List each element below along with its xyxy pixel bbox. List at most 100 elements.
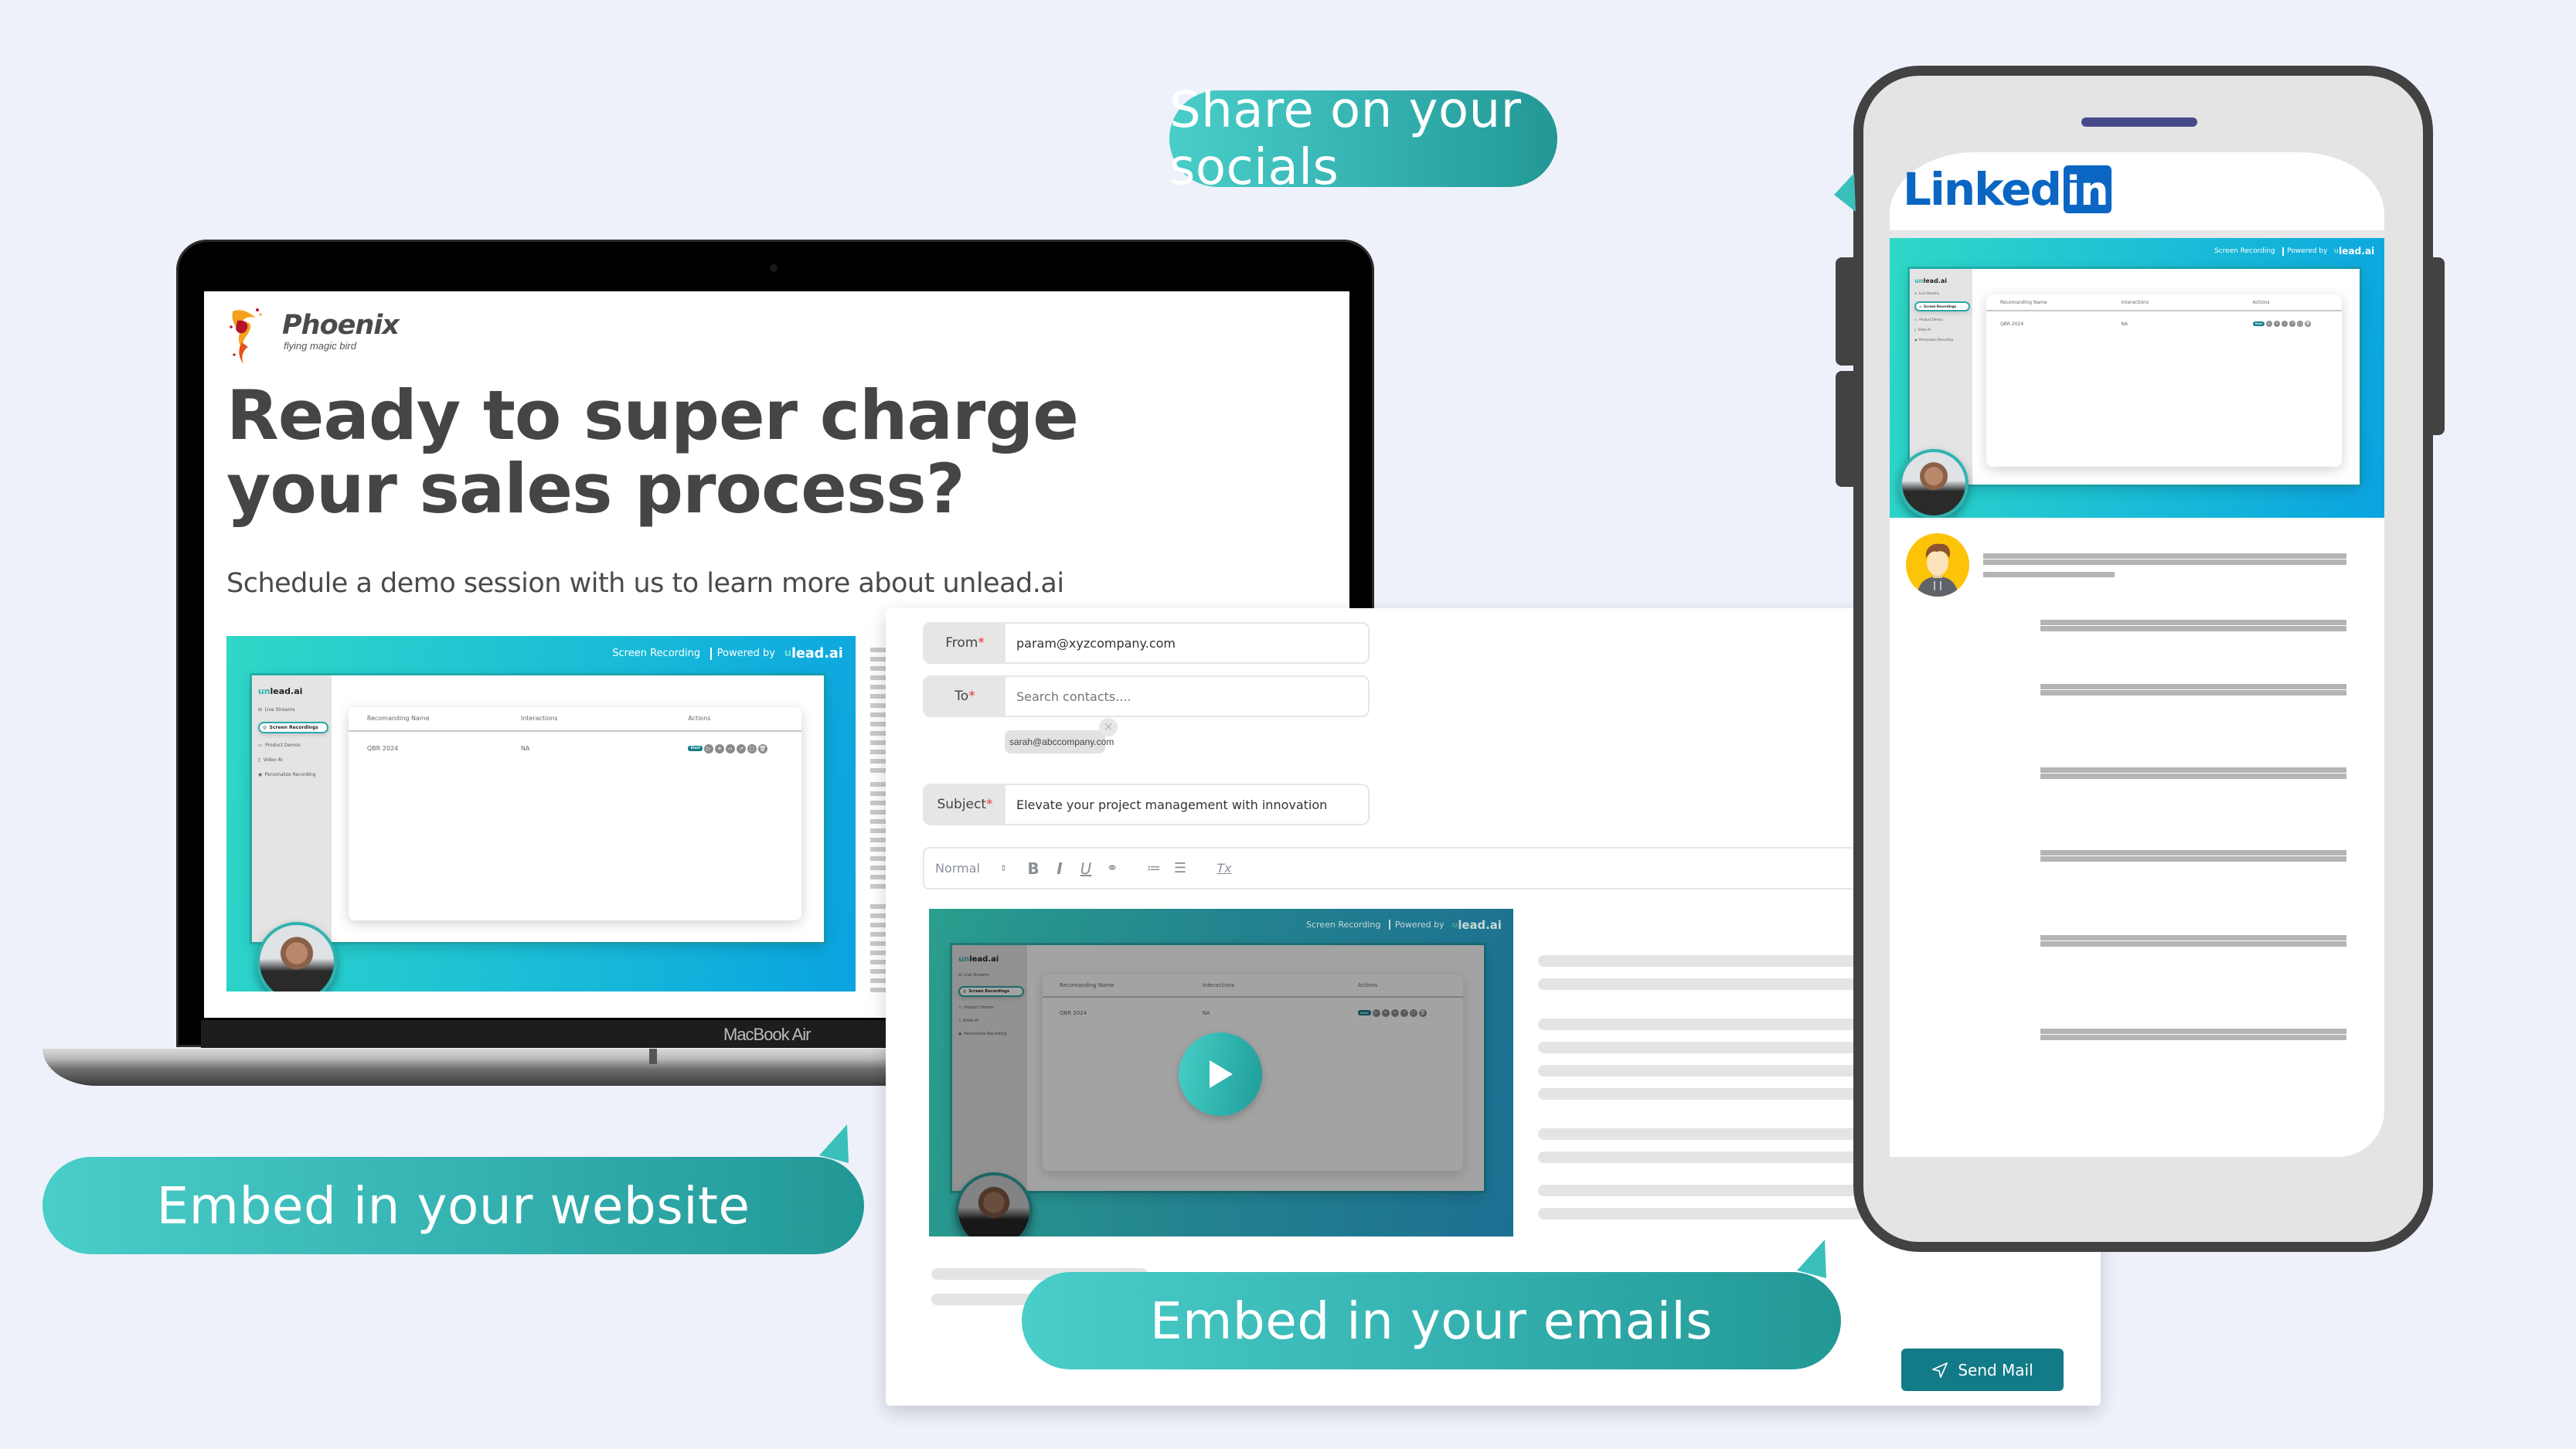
target-icon: ◉ xyxy=(1914,338,1918,342)
row-actions: Start ▷ ⚭ ‹› ↗ ▢ 🗑 xyxy=(2252,321,2342,328)
column-header-name: Recomanding Name xyxy=(366,715,430,723)
play-button[interactable] xyxy=(1179,1032,1262,1116)
remove-recipient-icon[interactable]: × xyxy=(1099,718,1118,736)
sidebar-item[interactable]: ⊟ Live Streams xyxy=(958,973,1027,978)
sidebar-item-label: Product Demos xyxy=(265,743,301,749)
app-brand: unlead.ai xyxy=(1914,277,1947,285)
embed-action-icon[interactable]: ‹› xyxy=(1390,1009,1399,1017)
sidebar-item[interactable]: ◎ Screen Recordings xyxy=(257,722,329,734)
sidebar-item[interactable]: ▯ Video AI xyxy=(258,757,332,763)
link-icon[interactable]: ⚭ xyxy=(1099,857,1125,880)
skeleton-line xyxy=(870,828,887,833)
underline-button[interactable]: U xyxy=(1073,857,1099,880)
phone-volume-down xyxy=(1836,371,1855,487)
send-mail-label: Send Mail xyxy=(1958,1360,2033,1379)
linkedin-embedded-recording[interactable]: Screen Recording Powered by u lead.ai un… xyxy=(1890,238,2384,518)
share-action-icon[interactable]: ↗ xyxy=(1400,1009,1408,1017)
sidebar-item-label: Live Streams xyxy=(964,973,989,978)
skeleton-line xyxy=(870,648,887,652)
delete-action-icon[interactable]: 🗑 xyxy=(757,743,767,753)
column-header-name: Recomanding Name xyxy=(1999,299,2047,305)
sidebar-item[interactable]: ◉ Personalize Recording xyxy=(958,1032,1027,1036)
sidebar-item-label: Personalize Recording xyxy=(1919,338,1953,342)
delete-action-icon[interactable]: 🗑 xyxy=(1418,1009,1427,1017)
share-action-icon[interactable]: ↗ xyxy=(736,743,746,753)
row-name: QBR 2024 xyxy=(366,745,399,753)
skeleton-line xyxy=(870,694,887,699)
share-action-icon[interactable]: ↗ xyxy=(2289,321,2296,328)
skeleton-line xyxy=(2040,856,2346,862)
subject-input[interactable] xyxy=(1006,785,1368,824)
bullet-list-icon[interactable]: ☰ xyxy=(1167,857,1193,880)
table-row[interactable]: QBR 2024 NA Start ▷ ⚭ ‹› ↗ ▢ 🗑 xyxy=(349,732,801,766)
start-action-button[interactable]: Start xyxy=(1357,1010,1371,1016)
sidebar-item[interactable]: ◉ Personalize Recording xyxy=(258,772,332,777)
link-action-icon[interactable]: ⚭ xyxy=(714,743,724,753)
italic-button[interactable]: I xyxy=(1046,857,1073,880)
skeleton-line xyxy=(2040,941,2346,947)
copy-action-icon[interactable]: ▢ xyxy=(1409,1009,1417,1017)
skeleton-line xyxy=(870,838,887,842)
row-interactions: NA xyxy=(2121,321,2129,327)
bold-button[interactable]: B xyxy=(1020,857,1046,880)
skeleton-line xyxy=(870,722,887,726)
embed-action-icon[interactable]: ‹› xyxy=(725,743,735,753)
skeleton-line xyxy=(870,923,887,927)
sidebar-item[interactable]: ▭ Product Demos xyxy=(1914,318,1972,321)
delete-action-icon[interactable]: 🗑 xyxy=(2305,321,2312,328)
start-action-button[interactable]: Start xyxy=(2252,321,2265,327)
sidebar-item[interactable]: ◉ Personalize Recording xyxy=(1914,338,1972,342)
to-field[interactable]: To * xyxy=(923,675,1370,717)
sidebar-item[interactable]: ▭ Product Demos xyxy=(958,1005,1027,1010)
table-header: Recomanding Name Interactions Actions xyxy=(1986,294,2342,312)
copy-action-icon[interactable]: ▢ xyxy=(747,743,757,753)
link-action-icon[interactable]: ⚭ xyxy=(1381,1009,1390,1017)
website-embedded-recording[interactable]: Screen Recording Powered by u lead.ai un… xyxy=(226,636,856,992)
skeleton-line xyxy=(2040,767,2346,773)
clear-format-icon[interactable]: Tx xyxy=(1209,857,1240,880)
sidebar-item-label: Product Demos xyxy=(1919,318,1943,322)
row-actions: Start ▷ ⚭ ‹› ↗ ▢ 🗑 xyxy=(688,743,801,753)
sidebar-item[interactable]: ◎ Screen Recordings xyxy=(1914,301,1970,312)
sidebar-item[interactable]: ⊟ Live Streams xyxy=(1914,291,1972,295)
embed-action-icon[interactable]: ‹› xyxy=(2282,321,2288,328)
monitor-icon: ⊟ xyxy=(958,973,962,978)
skeleton-line xyxy=(870,759,887,764)
sidebar-item[interactable]: ▯ Video AI xyxy=(1914,328,1972,332)
from-label: From * xyxy=(924,624,1006,662)
play-action-icon[interactable]: ▷ xyxy=(703,743,713,753)
table-row[interactable]: QBR 2024 NA Start ▷ ⚭ ‹› ↗ ▢ 🗑 xyxy=(1043,998,1462,1029)
recording-header-label: Screen Recording xyxy=(2214,247,2275,256)
linkedin-logo[interactable]: Linked in xyxy=(1903,163,2112,216)
user-avatar-icon[interactable] xyxy=(1906,533,1969,597)
table-header: Recomanding Name Interactions Actions xyxy=(1043,975,1463,998)
phoenix-logo[interactable]: Phoenix flying magic bird xyxy=(226,304,412,373)
play-action-icon[interactable]: ▷ xyxy=(2266,321,2273,328)
laptop-camera xyxy=(770,264,778,272)
sidebar-item[interactable]: ▯ Video AI xyxy=(958,1019,1027,1023)
linkedin-wordmark: Linked xyxy=(1903,163,2062,216)
from-input[interactable] xyxy=(1006,624,1368,662)
skeleton-line xyxy=(870,941,887,946)
send-mail-button[interactable]: Send Mail xyxy=(1901,1349,2064,1391)
copy-action-icon[interactable]: ▢ xyxy=(2297,321,2304,328)
format-select[interactable]: Normal ⇕ xyxy=(935,857,1020,880)
start-action-button[interactable]: Start xyxy=(688,746,703,752)
skeleton-line xyxy=(870,657,887,662)
link-action-icon[interactable]: ⚭ xyxy=(2274,321,2281,328)
play-action-icon[interactable]: ▷ xyxy=(1372,1009,1380,1017)
table-row[interactable]: QBR 2024 NA Start ▷ ⚭ ‹› ↗ ▢ 🗑 xyxy=(1986,311,2342,336)
person-illustration xyxy=(1917,543,1958,597)
sidebar-item[interactable]: ⊟ Live Streams xyxy=(258,707,332,713)
to-search-input[interactable] xyxy=(1006,677,1368,716)
skeleton-line xyxy=(2040,1029,2346,1034)
subject-field[interactable]: Subject * xyxy=(923,784,1370,825)
unlead-logo-mark: u xyxy=(1451,920,1458,930)
recipient-chip[interactable]: sarah@abccompany.com xyxy=(1005,730,1114,753)
sidebar-item-label: Screen Recordings xyxy=(1924,304,1957,309)
recording-header-label: Screen Recording xyxy=(612,648,701,660)
from-field[interactable]: From * xyxy=(923,622,1370,664)
sidebar-item[interactable]: ◎ Screen Recordings xyxy=(958,986,1024,998)
ordered-list-icon[interactable]: ≔ xyxy=(1141,857,1167,880)
sidebar-item[interactable]: ▭ Product Demos xyxy=(258,743,332,748)
